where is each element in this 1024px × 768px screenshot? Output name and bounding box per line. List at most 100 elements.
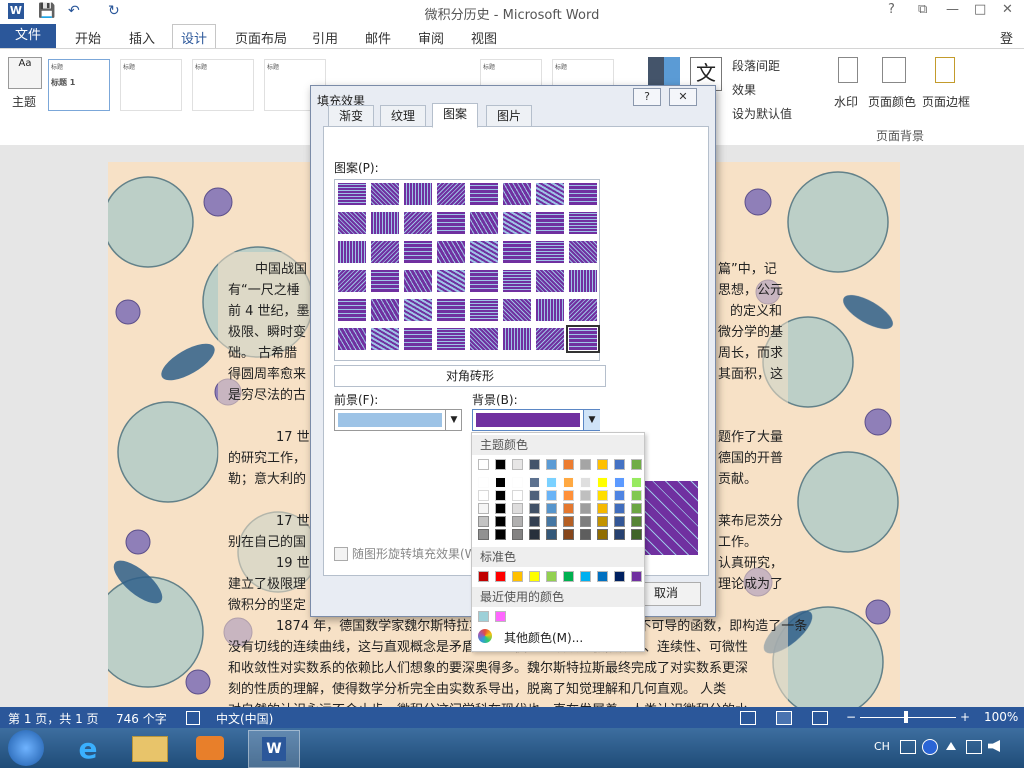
theme-color-shade-swatch[interactable]	[529, 503, 540, 514]
theme-color-swatch[interactable]	[563, 459, 574, 470]
theme-color-swatch[interactable]	[478, 459, 489, 470]
theme-color-swatch[interactable]	[546, 459, 557, 470]
pattern-swatch[interactable]	[568, 182, 598, 206]
pattern-swatch[interactable]	[436, 298, 466, 322]
tab-mailings[interactable]: 邮件	[365, 28, 391, 47]
word-taskbar-button[interactable]: W	[248, 730, 300, 768]
zoom-slider[interactable]	[860, 717, 956, 718]
dialog-help-button[interactable]: ?	[633, 88, 661, 106]
theme-color-shade-swatch[interactable]	[529, 529, 540, 540]
theme-color-shade-swatch[interactable]	[495, 529, 506, 540]
pattern-swatch[interactable]	[337, 240, 367, 264]
pattern-swatch[interactable]	[469, 211, 499, 235]
pattern-swatch[interactable]	[403, 240, 433, 264]
pattern-swatch[interactable]	[469, 182, 499, 206]
pattern-swatch[interactable]	[566, 325, 600, 353]
standard-color-swatch[interactable]	[546, 571, 557, 582]
pattern-swatch[interactable]	[502, 298, 532, 322]
standard-color-swatch[interactable]	[495, 571, 506, 582]
page-border-icon[interactable]	[935, 57, 955, 83]
theme-color-shade-swatch[interactable]	[512, 529, 523, 540]
theme-color-shade-swatch[interactable]	[546, 490, 557, 501]
theme-color-shade-swatch[interactable]	[529, 490, 540, 501]
theme-color-shade-swatch[interactable]	[495, 503, 506, 514]
media-player-icon[interactable]	[196, 736, 224, 760]
pattern-swatch[interactable]	[436, 211, 466, 235]
language[interactable]: 中文(中国)	[216, 710, 273, 727]
page-color-button[interactable]: 页面颜色	[868, 93, 916, 110]
tab-home[interactable]: 开始	[75, 28, 101, 47]
tab-insert[interactable]: 插入	[129, 28, 155, 47]
style-gallery-item[interactable]: 标题	[192, 59, 254, 111]
theme-icon[interactable]: Aa	[8, 57, 42, 89]
set-default-button[interactable]: 设为默认值	[732, 105, 792, 122]
pattern-swatch[interactable]	[502, 211, 532, 235]
theme-color-shade-swatch[interactable]	[580, 529, 591, 540]
theme-color-swatch[interactable]	[529, 459, 540, 470]
pattern-swatch[interactable]	[535, 211, 565, 235]
style-gallery-item[interactable]: 标题	[120, 59, 182, 111]
theme-color-shade-swatch[interactable]	[614, 477, 625, 488]
tab-view[interactable]: 视图	[471, 28, 497, 47]
pattern-swatch[interactable]	[337, 298, 367, 322]
theme-color-shade-swatch[interactable]	[597, 516, 608, 527]
theme-color-swatch[interactable]	[614, 459, 625, 470]
standard-color-swatch[interactable]	[563, 571, 574, 582]
theme-color-shade-swatch[interactable]	[495, 490, 506, 501]
theme-color-shade-swatch[interactable]	[512, 477, 523, 488]
minimize-button[interactable]: —	[946, 2, 959, 17]
effects-button[interactable]: 效果	[732, 81, 756, 98]
tab-design[interactable]: 设计	[172, 24, 217, 51]
theme-color-shade-swatch[interactable]	[546, 516, 557, 527]
theme-color-shade-swatch[interactable]	[614, 490, 625, 501]
pattern-swatch[interactable]	[436, 182, 466, 206]
pattern-swatch[interactable]	[436, 327, 466, 351]
tray-expand-icon[interactable]	[946, 742, 956, 750]
page-count[interactable]: 第 1 页，共 1 页	[8, 710, 99, 727]
theme-color-shade-swatch[interactable]	[631, 477, 642, 488]
zoom-slider-thumb[interactable]	[904, 711, 908, 723]
pattern-swatch[interactable]	[370, 211, 400, 235]
more-colors-link[interactable]: 其他颜色(M)...	[504, 629, 583, 646]
pattern-swatch[interactable]	[469, 327, 499, 351]
word-count[interactable]: 746 个字	[116, 710, 167, 727]
ie-icon[interactable]: e	[70, 732, 106, 765]
theme-color-shade-swatch[interactable]	[512, 503, 523, 514]
tab-pattern[interactable]: 图案	[432, 103, 479, 128]
theme-color-shade-swatch[interactable]	[597, 490, 608, 501]
help-tray-icon[interactable]	[922, 739, 938, 755]
paragraph-spacing-button[interactable]: 段落间距	[732, 57, 780, 74]
theme-color-shade-swatch[interactable]	[563, 516, 574, 527]
theme-button-label[interactable]: 主题	[12, 93, 36, 110]
recent-color-swatch[interactable]	[495, 611, 506, 622]
standard-color-swatch[interactable]	[512, 571, 523, 582]
standard-color-swatch[interactable]	[478, 571, 489, 582]
volume-icon[interactable]	[988, 740, 1000, 752]
pattern-swatch[interactable]	[403, 269, 433, 293]
standard-color-swatch[interactable]	[580, 571, 591, 582]
theme-color-shade-swatch[interactable]	[563, 490, 574, 501]
standard-color-swatch[interactable]	[614, 571, 625, 582]
pattern-swatch[interactable]	[502, 327, 532, 351]
theme-color-shade-swatch[interactable]	[597, 503, 608, 514]
theme-color-shade-swatch[interactable]	[478, 516, 489, 527]
theme-color-shade-swatch[interactable]	[495, 516, 506, 527]
theme-color-shade-swatch[interactable]	[631, 503, 642, 514]
watermark-icon[interactable]	[838, 57, 858, 83]
theme-color-swatch[interactable]	[495, 459, 506, 470]
theme-color-shade-swatch[interactable]	[631, 516, 642, 527]
tab-review[interactable]: 审阅	[418, 28, 444, 47]
pattern-swatch[interactable]	[403, 211, 433, 235]
theme-color-shade-swatch[interactable]	[546, 503, 557, 514]
pattern-swatch[interactable]	[436, 269, 466, 293]
pattern-swatch[interactable]	[502, 269, 532, 293]
pattern-swatch[interactable]	[337, 211, 367, 235]
theme-color-shade-swatch[interactable]	[614, 529, 625, 540]
web-layout-icon[interactable]	[812, 711, 828, 725]
theme-color-shade-swatch[interactable]	[580, 516, 591, 527]
pattern-swatch[interactable]	[370, 182, 400, 206]
background-dropdown[interactable]: ▼	[472, 409, 600, 431]
pattern-swatch[interactable]	[370, 298, 400, 322]
theme-color-shade-swatch[interactable]	[563, 477, 574, 488]
style-gallery-item[interactable]: 标题 标题 1	[48, 59, 110, 111]
